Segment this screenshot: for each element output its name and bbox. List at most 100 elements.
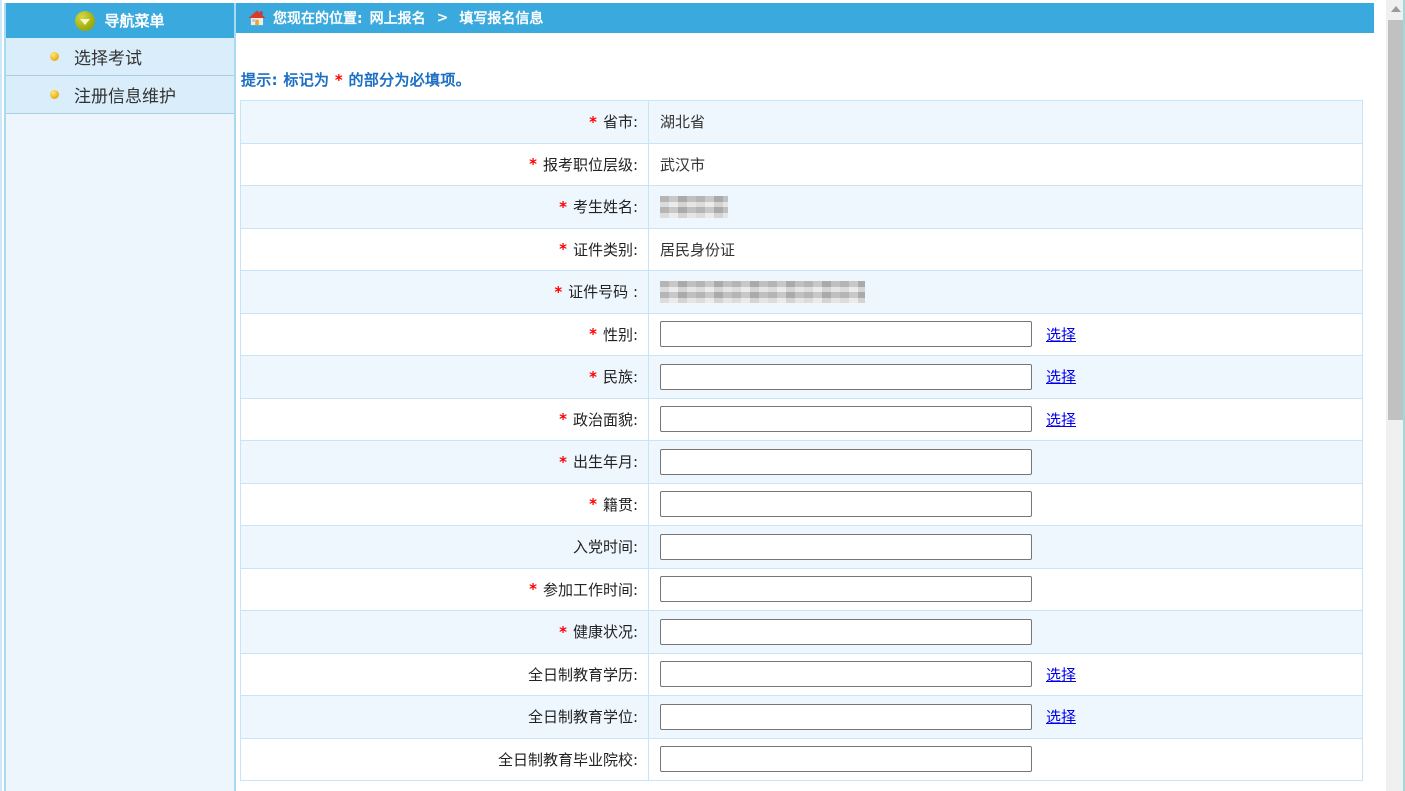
form-row-political-status: * 政治面貌: 选择 (241, 399, 1362, 442)
sidebar-item-label: 注册信息维护 (74, 82, 176, 107)
required-asterisk: * (589, 113, 597, 131)
field-label-text: 政治面貌: (573, 409, 638, 430)
field-label-text: 出生年月: (573, 451, 638, 472)
field-value-fulltime-education: 选择 (648, 654, 1362, 696)
field-label-health-status: *健康状况: (241, 611, 648, 653)
breadcrumb-item: 填写报名信息 (459, 8, 543, 28)
form-row-health-status: *健康状况: (241, 611, 1362, 654)
field-value-id-type: 居民身份证 (648, 229, 1362, 271)
field-value-gender: 选择 (648, 314, 1362, 356)
scrollbar-thumb[interactable] (1388, 20, 1403, 420)
sidebar: 导航菜单 选择考试 注册信息维护 (4, 3, 236, 791)
static-value: 居民身份证 (660, 239, 735, 260)
field-label-text: 证件类别: (573, 239, 638, 260)
form-row-id-type: *证件类别: 居民身份证 (241, 229, 1362, 272)
up-arrow-icon (1391, 6, 1401, 12)
field-label-text: 性别: (603, 324, 638, 345)
required-asterisk: * (559, 453, 567, 471)
field-label-fulltime-degree: 全日制教育学位: (241, 696, 648, 738)
field-label-text: 省市: (603, 111, 638, 132)
field-label-id-number: * 证件号码 : (241, 271, 648, 313)
breadcrumb-separator: > (433, 10, 453, 26)
field-label-text: 籍贯: (603, 494, 638, 515)
window-left-edge (0, 0, 2, 791)
form-row-candidate-name: * 考生姓名: (241, 186, 1362, 229)
fulltime-education-input[interactable] (660, 661, 1032, 687)
form-row-id-number: * 证件号码 : (241, 271, 1362, 314)
field-value-position-level: 武汉市 (648, 144, 1362, 186)
field-label-text: 证件号码 : (568, 281, 638, 302)
fulltime-education-select-link[interactable]: 选择 (1046, 664, 1076, 685)
required-asterisk: * (559, 198, 567, 216)
field-label-text: 民族: (603, 366, 638, 387)
field-value-native-place (648, 484, 1362, 526)
sidebar-item-select-exam[interactable]: 选择考试 (6, 38, 234, 76)
field-label-text: 全日制教育毕业院校: (498, 749, 638, 770)
field-value-candidate-name (648, 186, 1362, 228)
field-value-id-number (648, 271, 1362, 313)
fulltime-degree-select-link[interactable]: 选择 (1046, 706, 1076, 727)
field-label-gender: * 性别: (241, 314, 648, 356)
field-label-birth-date: * 出生年月: (241, 441, 648, 483)
fulltime-degree-input[interactable] (660, 704, 1032, 730)
native-place-input[interactable] (660, 491, 1032, 517)
required-asterisk: * (529, 155, 537, 173)
birth-date-input[interactable] (660, 449, 1032, 475)
form-row-work-start-date: *参加工作时间: (241, 569, 1362, 612)
field-value-party-join-date (648, 526, 1362, 568)
fulltime-school-input[interactable] (660, 746, 1032, 772)
breadcrumb-prefix: 您现在的位置: (273, 8, 363, 28)
form-row-gender: * 性别: 选择 (241, 314, 1362, 357)
party-join-date-input[interactable] (660, 534, 1032, 560)
required-asterisk: * (335, 71, 343, 89)
sidebar-item-label: 选择考试 (74, 44, 142, 69)
registration-form: *省市:湖北省*报考职位层级:武汉市*考生姓名:*证件类别:居民身份证*证件号码… (240, 100, 1363, 781)
field-label-native-place: *籍贯: (241, 484, 648, 526)
field-value-province: 湖北省 (648, 101, 1362, 143)
form-row-fulltime-school: 全日制教育毕业院校: (241, 739, 1362, 782)
required-asterisk: * (589, 368, 597, 386)
ethnicity-input[interactable] (660, 364, 1032, 390)
masked-value (660, 281, 865, 303)
ethnicity-select-link[interactable]: 选择 (1046, 366, 1076, 387)
sidebar-item-registration-info[interactable]: 注册信息维护 (6, 76, 234, 114)
field-label-text: 入党时间: (573, 536, 638, 557)
required-asterisk: * (554, 283, 562, 301)
field-value-work-start-date (648, 569, 1362, 611)
field-label-province: * 省市: (241, 101, 648, 143)
form-row-fulltime-education: 全日制教育学历: 选择 (241, 654, 1362, 697)
home-icon (248, 10, 266, 26)
gender-input[interactable] (660, 321, 1032, 347)
field-label-work-start-date: *参加工作时间: (241, 569, 648, 611)
required-asterisk: * (559, 410, 567, 428)
field-label-text: 考生姓名: (573, 196, 638, 217)
field-value-fulltime-degree: 选择 (648, 696, 1362, 738)
form-row-native-place: *籍贯: (241, 484, 1362, 527)
field-label-party-join-date: 入党时间: (241, 526, 648, 568)
political-status-input[interactable] (660, 406, 1032, 432)
bullet-icon (50, 90, 59, 99)
field-label-fulltime-school: 全日制教育毕业院校: (241, 739, 648, 781)
field-label-ethnicity: * 民族: (241, 356, 648, 398)
hint-prefix: 提示: 标记为 (241, 71, 329, 89)
field-label-text: 全日制教育学位: (528, 706, 638, 727)
gender-select-link[interactable]: 选择 (1046, 324, 1076, 345)
sidebar-header: 导航菜单 (6, 3, 234, 38)
work-start-date-input[interactable] (660, 576, 1032, 602)
required-asterisk: * (559, 623, 567, 641)
required-asterisk: * (589, 325, 597, 343)
hint-suffix: 的部分为必填项。 (349, 71, 471, 89)
field-label-id-type: *证件类别: (241, 229, 648, 271)
political-status-select-link[interactable]: 选择 (1046, 409, 1076, 430)
sidebar-header-label: 导航菜单 (104, 10, 164, 31)
field-value-ethnicity: 选择 (648, 356, 1362, 398)
static-value: 武汉市 (660, 154, 705, 175)
form-row-birth-date: * 出生年月: (241, 441, 1362, 484)
field-label-fulltime-education: 全日制教育学历: (241, 654, 648, 696)
form-row-ethnicity: * 民族: 选择 (241, 356, 1362, 399)
sidebar-menu: 选择考试 注册信息维护 (6, 38, 234, 114)
field-value-political-status: 选择 (648, 399, 1362, 441)
health-status-input[interactable] (660, 619, 1032, 645)
breadcrumb: 您现在的位置: 网上报名 > 填写报名信息 (236, 3, 1374, 33)
field-label-political-status: * 政治面貌: (241, 399, 648, 441)
